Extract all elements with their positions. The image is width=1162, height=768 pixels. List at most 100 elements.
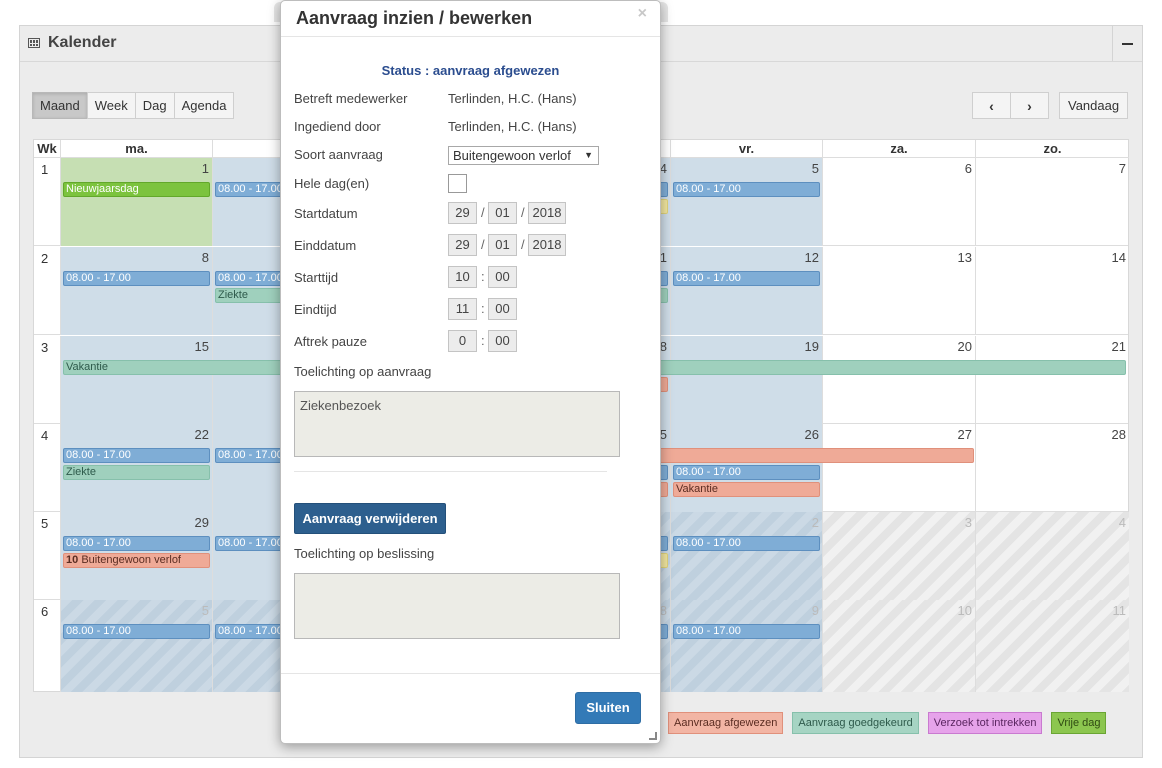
header-sat: za. bbox=[823, 140, 976, 158]
day-cell[interactable]: 22 08.00 - 17.00 Ziekte bbox=[61, 424, 213, 512]
collapse-button[interactable] bbox=[1112, 26, 1142, 61]
vacation-event[interactable]: Vakantie bbox=[673, 482, 820, 497]
shift-event[interactable]: 08.00 - 17.00 bbox=[673, 536, 820, 551]
special-leave-label: Buitengewoon verlof bbox=[81, 554, 181, 566]
week-number: 4 bbox=[34, 424, 61, 512]
day-number: 27 bbox=[957, 427, 972, 442]
day-number: 14 bbox=[1111, 250, 1126, 265]
break-minute-input[interactable]: 00 bbox=[488, 330, 517, 352]
view-agenda-button[interactable]: Agenda bbox=[173, 92, 235, 119]
start-day-input[interactable]: 29 bbox=[448, 202, 477, 224]
shift-event[interactable]: 08.00 - 17.00 bbox=[63, 624, 210, 639]
next-button[interactable]: › bbox=[1010, 92, 1049, 119]
resize-handle-icon[interactable] bbox=[649, 732, 657, 740]
header-fri: vr. bbox=[671, 140, 823, 158]
day-number: 28 bbox=[1111, 427, 1126, 442]
day-cell[interactable]: 19 bbox=[671, 336, 823, 424]
start-year-input[interactable]: 2018 bbox=[528, 202, 566, 224]
day-cell[interactable]: 14 bbox=[976, 247, 1129, 335]
day-cell[interactable]: 5 08.00 - 17.00 bbox=[61, 600, 213, 692]
end-minute-input[interactable]: 00 bbox=[488, 298, 517, 320]
full-day-checkbox[interactable] bbox=[448, 174, 467, 193]
day-cell[interactable]: 28 bbox=[976, 424, 1129, 512]
holiday-event[interactable]: Nieuwjaarsdag bbox=[63, 182, 210, 197]
dialog-title: Aanvraag inzien / bewerken bbox=[296, 8, 533, 28]
header-week: Wk bbox=[34, 140, 61, 158]
prev-button[interactable]: ‹ bbox=[972, 92, 1011, 119]
today-button[interactable]: Vandaag bbox=[1059, 92, 1129, 119]
day-cell[interactable]: 3 bbox=[823, 512, 976, 600]
special-leave-event[interactable]: 10 Buitengewoon verlof bbox=[63, 553, 210, 568]
day-cell[interactable]: 29 08.00 - 17.00 10 Buitengewoon verlof bbox=[61, 512, 213, 600]
day-cell[interactable]: 13 bbox=[823, 247, 976, 335]
delete-request-button[interactable]: Aanvraag verwijderen bbox=[294, 503, 446, 534]
shift-event[interactable]: 08.00 - 17.00 bbox=[63, 536, 210, 551]
day-number: 6 bbox=[964, 161, 972, 176]
day-cell[interactable]: 8 08.00 - 17.00 bbox=[61, 247, 213, 335]
legend: Aanvraag afgewezen Aanvraag goedgekeurd … bbox=[668, 712, 1107, 734]
shift-event[interactable]: 08.00 - 17.00 bbox=[63, 271, 210, 286]
end-year-input[interactable]: 2018 bbox=[528, 234, 566, 256]
end-month-input[interactable]: 01 bbox=[488, 234, 517, 256]
view-week-button[interactable]: Week bbox=[86, 92, 136, 119]
dialog-header: Aanvraag inzien / bewerken × bbox=[281, 1, 660, 37]
week-number: 3 bbox=[34, 336, 61, 424]
break-hour-input[interactable]: 0 bbox=[448, 330, 477, 352]
break-label: Aftrek pauze bbox=[294, 334, 367, 349]
day-number: 29 bbox=[194, 515, 209, 530]
request-type-value: Buitengewoon verlof bbox=[453, 148, 571, 163]
day-cell[interactable]: 1 Nieuwjaarsdag bbox=[61, 158, 213, 246]
view-month-button[interactable]: Maand bbox=[32, 92, 88, 119]
employee-value: Terlinden, H.C. (Hans) bbox=[448, 91, 577, 106]
day-cell[interactable]: 2 08.00 - 17.00 bbox=[671, 512, 823, 600]
shift-event[interactable]: 08.00 - 17.00 bbox=[673, 271, 820, 286]
day-cell[interactable]: 10 bbox=[823, 600, 976, 692]
view-day-button[interactable]: Dag bbox=[134, 92, 175, 119]
day-cell[interactable]: 9 08.00 - 17.00 bbox=[671, 600, 823, 692]
shift-event[interactable]: 08.00 - 17.00 bbox=[673, 624, 820, 639]
day-number: 20 bbox=[957, 339, 972, 354]
full-day-label: Hele dag(en) bbox=[294, 176, 370, 191]
close-icon[interactable]: × bbox=[638, 5, 647, 23]
day-cell[interactable]: 11 bbox=[976, 600, 1129, 692]
footer-divider bbox=[281, 673, 660, 674]
day-cell[interactable]: 21 bbox=[976, 336, 1129, 424]
end-day-input[interactable]: 29 bbox=[448, 234, 477, 256]
day-number: 11 bbox=[1112, 603, 1127, 618]
day-cell[interactable]: 4 bbox=[976, 512, 1129, 600]
shift-event[interactable]: 08.00 - 17.00 bbox=[63, 448, 210, 463]
legend-approved: Aanvraag goedgekeurd bbox=[792, 712, 919, 734]
time-separator: : bbox=[481, 333, 485, 348]
request-note-textarea[interactable]: Ziekenbezoek bbox=[294, 391, 620, 457]
close-button[interactable]: Sluiten bbox=[575, 692, 641, 724]
day-number: 13 bbox=[957, 250, 972, 265]
day-number: 5 bbox=[201, 603, 209, 618]
date-separator: / bbox=[521, 205, 525, 220]
start-month-input[interactable]: 01 bbox=[488, 202, 517, 224]
day-cell[interactable]: 27 bbox=[823, 424, 976, 512]
day-number: 15 bbox=[194, 339, 209, 354]
day-cell[interactable]: 5 08.00 - 17.00 bbox=[671, 158, 823, 246]
shift-event[interactable]: 08.00 - 17.00 bbox=[673, 182, 820, 197]
chevron-right-icon: › bbox=[1027, 97, 1032, 114]
day-cell[interactable]: 26 08.00 - 17.00 Vakantie bbox=[671, 424, 823, 512]
request-dialog: Aanvraag inzien / bewerken × Status : aa… bbox=[280, 0, 661, 744]
date-separator: / bbox=[481, 237, 485, 252]
day-cell[interactable]: 20 bbox=[823, 336, 976, 424]
day-cell[interactable]: 7 bbox=[976, 158, 1129, 246]
decision-note-textarea[interactable] bbox=[294, 573, 620, 639]
end-hour-input[interactable]: 11 bbox=[448, 298, 477, 320]
day-cell[interactable]: 15 bbox=[61, 336, 213, 424]
start-hour-input[interactable]: 10 bbox=[448, 266, 477, 288]
start-minute-input[interactable]: 00 bbox=[488, 266, 517, 288]
day-number: 2 bbox=[811, 515, 819, 530]
day-cell[interactable]: 12 08.00 - 17.00 bbox=[671, 247, 823, 335]
shift-event[interactable]: 08.00 - 17.00 bbox=[673, 465, 820, 480]
day-number: 8 bbox=[201, 250, 209, 265]
day-cell[interactable]: 6 bbox=[823, 158, 976, 246]
sick-event[interactable]: Ziekte bbox=[63, 465, 210, 480]
day-number: 19 bbox=[804, 339, 819, 354]
day-number: 1 bbox=[201, 161, 209, 176]
request-type-select[interactable]: Buitengewoon verlof ▼ bbox=[448, 146, 599, 165]
day-number: 3 bbox=[964, 515, 972, 530]
